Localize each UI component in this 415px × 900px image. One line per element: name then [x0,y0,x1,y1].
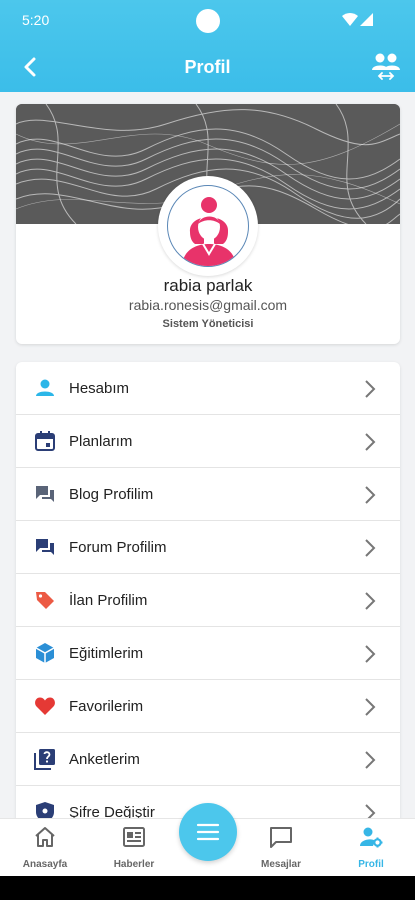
menu-item-planlarim[interactable]: Planlarım [16,415,400,468]
box-icon [35,643,55,663]
profile-card: rabia parlak rabia.ronesis@gmail.com Sis… [16,104,400,344]
hamburger-menu-icon [196,823,220,841]
chevron-right-icon [365,539,376,557]
menu-item-label: İlan Profilim [69,592,148,609]
wifi-icon [342,13,358,26]
menu-item-label: Planlarım [69,433,133,450]
profile-email: rabia.ronesis@gmail.com [128,297,288,313]
switch-user-icon[interactable] [370,52,402,82]
chevron-right-icon [365,380,376,398]
chevron-right-icon [365,645,376,663]
home-icon [35,827,55,847]
menu-item-label: Anketlerim [69,751,140,768]
avatar[interactable] [158,176,258,276]
chevron-right-icon [365,433,376,451]
menu-item-label: Hesabım [69,380,130,397]
chat-bubbles-icon [36,486,54,502]
news-icon [123,827,145,847]
profile-role: Sistem Yöneticisi [162,318,254,330]
menu-item-label: Favorilerim [69,698,144,715]
top-bar: 5:20 Profil [0,0,415,92]
signal-icon [360,13,373,26]
camera-cutout [196,9,220,33]
avatar-frame [167,185,249,267]
nav-item-haberler[interactable]: Haberler [94,819,174,877]
menu-item-label: Blog Profilim [69,486,154,503]
chevron-right-icon [365,751,376,769]
menu-item-blog-profilim[interactable]: Blog Profilim [16,468,400,521]
menu-fab-button[interactable] [179,803,237,861]
menu-item-favorilerim[interactable]: Favorilerim [16,680,400,733]
menu-item-ilan-profilim[interactable]: İlan Profilim [16,574,400,627]
nav-item-mesajlar[interactable]: Mesajlar [241,819,321,877]
female-avatar-icon [182,197,236,266]
menu-item-anketlerim[interactable]: Anketlerim [16,733,400,786]
heart-icon [35,697,55,715]
menu-item-label: Forum Profilim [69,539,167,556]
app-header: Profil [0,40,415,92]
nav-label: Anasayfa [22,859,68,870]
menu-item-label: Eğitimlerim [69,645,144,662]
forum-icon [36,539,54,555]
quiz-icon [34,749,55,770]
nav-item-profil[interactable]: Profil [331,819,411,877]
page-title: Profil [184,57,231,77]
tag-icon [36,592,54,609]
profile-name: rabia parlak [163,276,253,295]
status-time: 5:20 [22,12,50,28]
profile-settings-icon [360,827,383,848]
message-icon [270,827,292,848]
profile-menu: Hesabım Planlarım Blog Profilim Forum Pr… [16,362,400,820]
person-icon [36,379,54,396]
chevron-right-icon [365,698,376,716]
nav-label: Profil [358,859,384,870]
status-bar: 5:20 [0,0,415,40]
system-gesture-bar [0,876,415,900]
menu-item-hesabim[interactable]: Hesabım [16,362,400,415]
menu-item-forum-profilim[interactable]: Forum Profilim [16,521,400,574]
nav-label: Mesajlar [260,859,302,870]
menu-item-egitimlerim[interactable]: Eğitimlerim [16,627,400,680]
calendar-icon [35,431,55,451]
chevron-right-icon [365,486,376,504]
nav-label: Haberler [113,859,155,870]
chevron-right-icon [365,592,376,610]
nav-item-anasayfa[interactable]: Anasayfa [5,819,85,877]
